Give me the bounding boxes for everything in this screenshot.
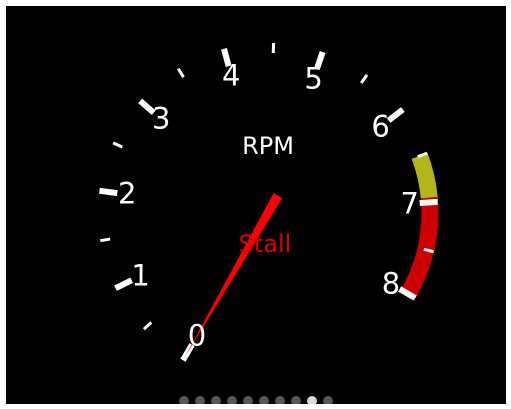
page-dot[interactable] [291, 396, 301, 404]
minor-tick [100, 237, 111, 243]
minor-tick [176, 67, 185, 78]
page-dot[interactable] [179, 396, 189, 404]
minor-tick [142, 321, 153, 331]
gauge-label-8: 8 [381, 266, 401, 301]
gauge-ticks [99, 43, 438, 362]
gauge-label-5: 5 [304, 61, 323, 96]
major-tick [419, 198, 438, 207]
page-indicator[interactable] [6, 396, 506, 404]
page-dot-active[interactable] [307, 396, 317, 404]
page-dot[interactable] [211, 396, 221, 404]
minor-tick [112, 141, 123, 149]
gauge-label-3: 3 [152, 101, 171, 136]
screen: 0 1 2 3 4 5 6 7 8 RPM Stall [6, 6, 506, 404]
rpm-gauge [99, 43, 439, 362]
page-dot[interactable] [227, 396, 237, 404]
page-dot[interactable] [195, 396, 205, 404]
warning-zone-arc [411, 152, 438, 199]
gauge-label-6: 6 [371, 109, 390, 144]
page-dot[interactable] [259, 396, 269, 404]
gauge-label-4: 4 [222, 58, 241, 93]
minor-tick [359, 73, 369, 84]
page-dot[interactable] [323, 396, 333, 404]
gauge-label-1: 1 [131, 258, 150, 293]
status-label: Stall [238, 230, 292, 258]
gauge-label-7: 7 [400, 186, 419, 221]
redline-zone [400, 152, 439, 299]
gauge-label-2: 2 [117, 176, 137, 211]
page-dot[interactable] [275, 396, 285, 404]
major-tick [99, 187, 118, 197]
gauge-label-0: 0 [187, 318, 207, 353]
major-tick [114, 277, 134, 291]
gauge-title: RPM [242, 132, 294, 160]
major-tick [386, 107, 405, 123]
page-dot[interactable] [243, 396, 253, 404]
